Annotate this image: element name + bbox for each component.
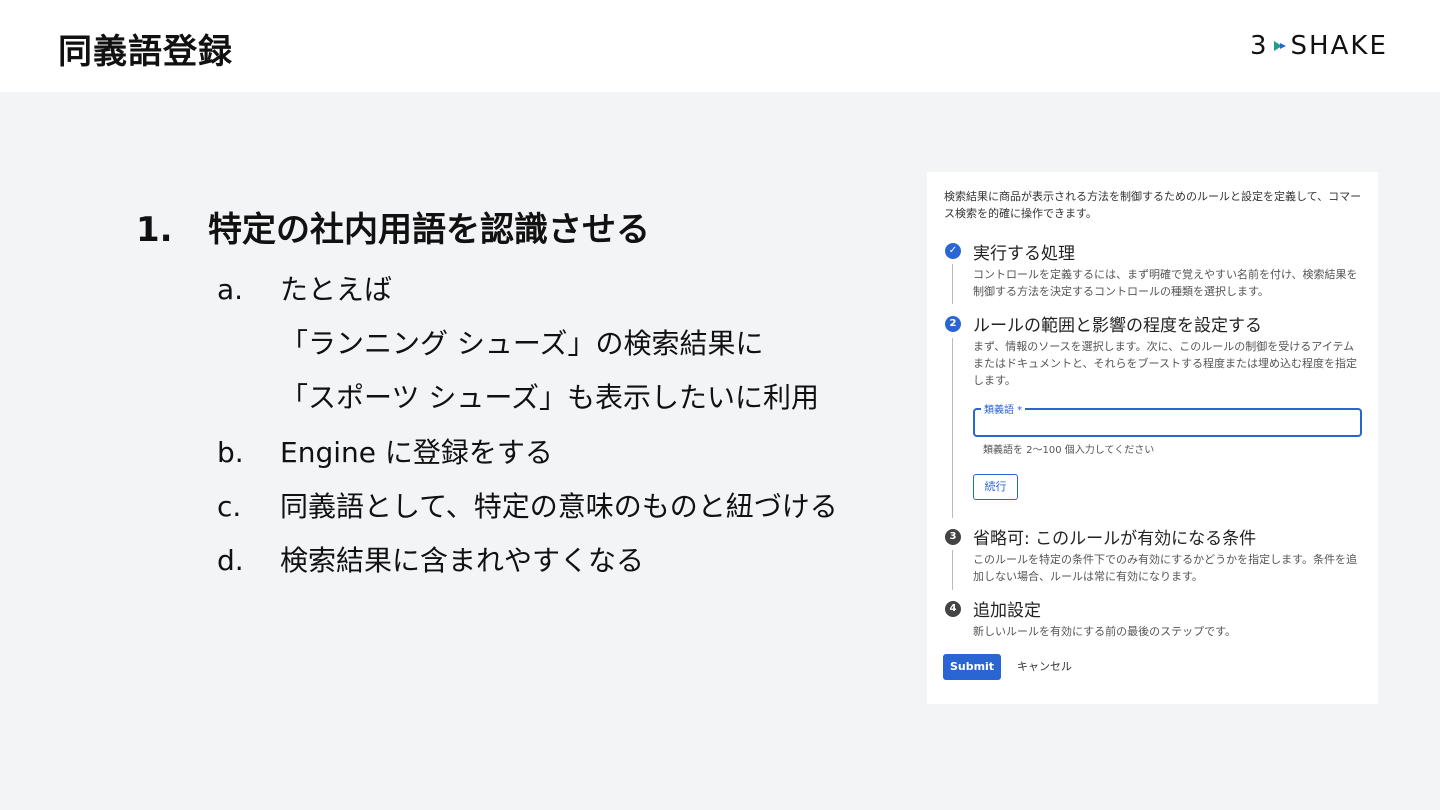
list-item-text: 検索結果に含まれやすくなる: [280, 544, 645, 577]
panel-intro: 検索結果に商品が表示される方法を制御するためのルールと設定を定義して、コマース検…: [944, 190, 1362, 220]
list-item-letter: a.: [217, 273, 244, 306]
check-icon: ✓: [945, 243, 961, 259]
step-title[interactable]: 実行する処理: [973, 239, 1075, 264]
step-description: まず、情報のソースを選択します。次に、このルールの制御を受けるアイテムまたはドキ…: [973, 340, 1358, 387]
synonym-input[interactable]: [973, 408, 1362, 437]
continue-button[interactable]: 続行: [973, 474, 1018, 500]
list-item: b. Engine に登録をする: [217, 431, 553, 471]
main-heading: 1. 特定の社内用語を認識させる: [136, 202, 650, 251]
step-title[interactable]: 追加設定: [973, 596, 1041, 621]
list-item-text: 同義語として、特定の意味のものと紐づける: [280, 490, 838, 523]
heading-text: 特定の社内用語を認識させる: [208, 210, 650, 250]
list-item-text: Engine に登録をする: [280, 436, 553, 469]
submit-button[interactable]: Submit: [943, 654, 1001, 680]
list-item: c. 同義語として、特定の意味のものと紐づける: [217, 485, 838, 525]
synonym-input-label: 類義語 *: [981, 401, 1026, 416]
logo-text-left: 3: [1250, 31, 1269, 61]
step-number-badge: 2: [945, 316, 961, 332]
step-description: コントロールを定義するには、まず明確で覚えやすい名前を付け、検索結果を制御する方…: [973, 268, 1358, 298]
heading-number: 1.: [136, 210, 173, 250]
company-logo: 3 SHAKE: [1250, 30, 1388, 62]
step-connector: [952, 338, 953, 518]
page-title: 同義語登録: [58, 32, 233, 72]
step-description: 新しいルールを有効にする前の最後のステップです。: [973, 625, 1237, 638]
list-item: a. たとえば: [217, 268, 392, 308]
list-item-letter: b.: [217, 436, 244, 469]
synonym-input-hint: 類義語を 2〜100 個入力してください: [983, 445, 1155, 456]
step-connector: [952, 550, 953, 590]
logo-mark-icon: [1273, 41, 1286, 51]
list-item-letter: d.: [217, 544, 244, 577]
list-item-text: たとえば: [280, 273, 393, 306]
list-item-continuation: 「スポーツ シューズ」も表示したいに利用: [280, 381, 819, 414]
step-title[interactable]: 省略可: このルールが有効になる条件: [973, 524, 1256, 549]
list-item-continuation: 「ランニング シューズ」の検索結果に: [280, 327, 764, 360]
control-form-panel: 検索結果に商品が表示される方法を制御するためのルールと設定を定義して、コマース検…: [927, 172, 1378, 704]
step-number-badge: 4: [945, 601, 961, 617]
step-title[interactable]: ルールの範囲と影響の程度を設定する: [973, 311, 1262, 336]
slide-header: 同義語登録 3 SHAKE: [0, 0, 1440, 92]
step-connector: [952, 264, 953, 304]
step-number-badge: 3: [945, 529, 961, 545]
logo-text-right: SHAKE: [1290, 31, 1388, 61]
list-item-letter: c.: [217, 490, 242, 523]
list-item: d. 検索結果に含まれやすくなる: [217, 539, 644, 579]
step-description: このルールを特定の条件下でのみ有効にするかどうかを指定します。条件を追加しない場…: [973, 553, 1358, 583]
cancel-button[interactable]: キャンセル: [1017, 654, 1072, 680]
